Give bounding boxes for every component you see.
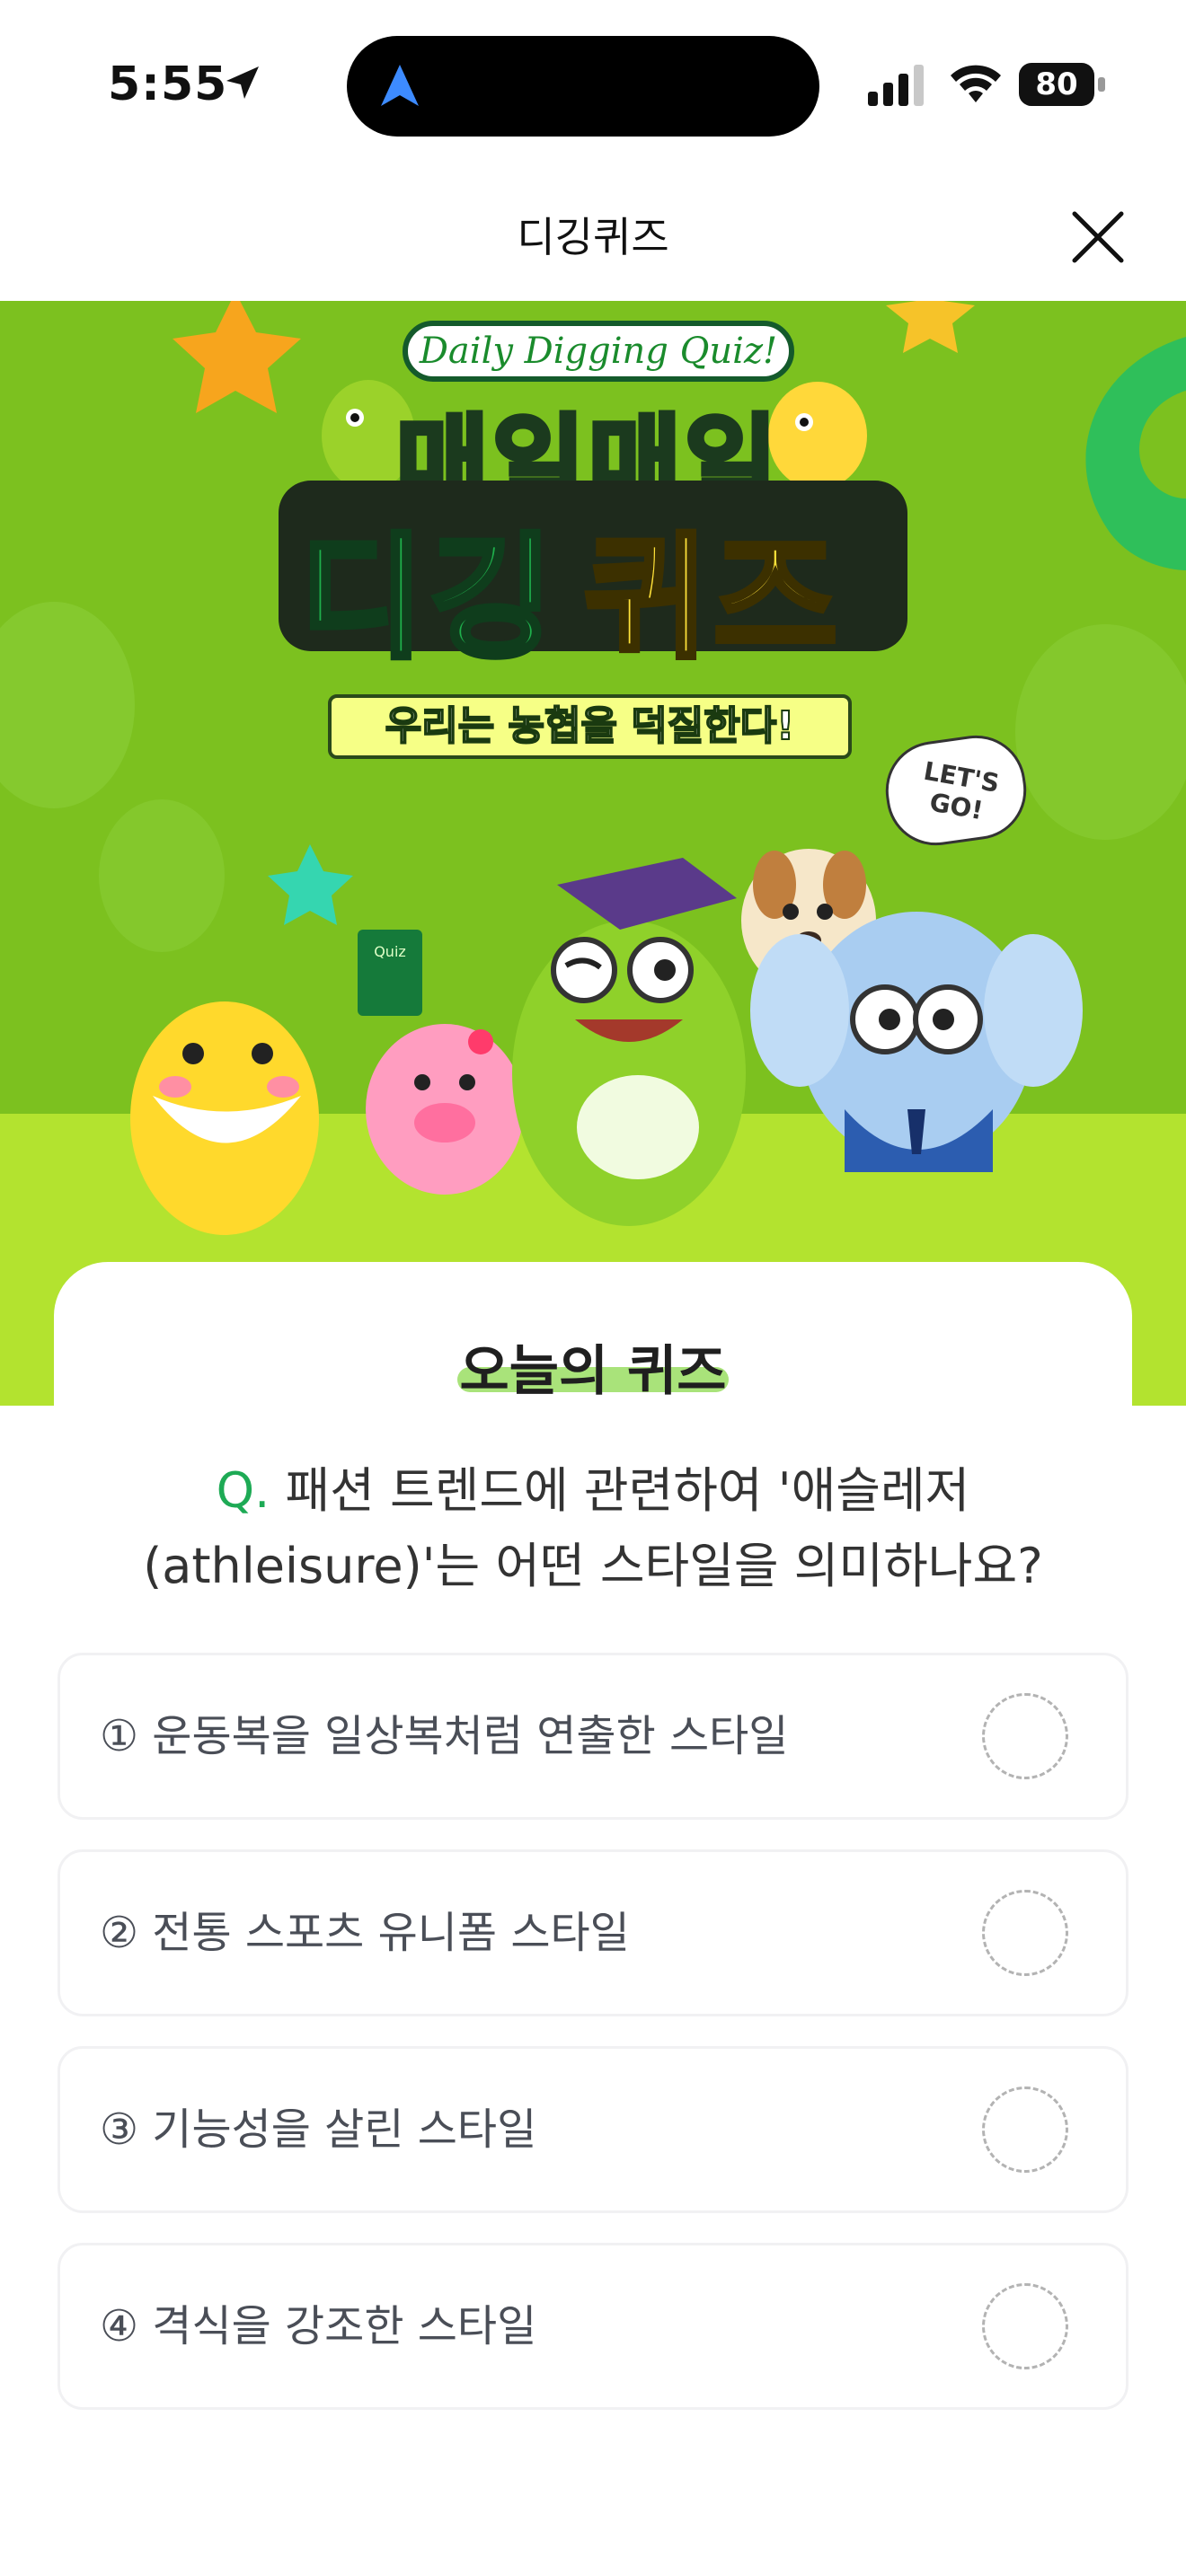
question-prefix: Q.: [216, 1462, 270, 1519]
star-teal: [268, 844, 353, 925]
balloon-decoration: [99, 799, 225, 952]
star-yellow: [886, 301, 975, 353]
navigation-icon: [381, 65, 419, 106]
page-title: 디깅퀴즈: [517, 213, 669, 261]
answer-option-label: ① 운동복을 일상복처럼 연출한 스타일: [100, 1711, 789, 1761]
radio-circle-icon[interactable]: [982, 2086, 1068, 2173]
section-title: 오늘의 퀴즈: [459, 1340, 727, 1403]
status-time: 5:55: [108, 57, 228, 111]
quiz-banner: Quiz Daily Digging Quiz! 매일매일 디깅 퀴즈 우리는 …: [0, 301, 1186, 1406]
radio-circle-icon[interactable]: [982, 1890, 1068, 1976]
answer-option-label: ③ 기능성을 살린 스타일: [100, 2104, 537, 2155]
radio-circle-icon[interactable]: [982, 1693, 1068, 1779]
graduation-cap: [557, 858, 737, 930]
answer-option-label: ② 전통 스포츠 유니폼 스타일: [100, 1908, 630, 1958]
battery-tip: [1098, 77, 1105, 92]
ribbon-decoration: [1085, 337, 1186, 570]
cellular-signal-icon: [868, 65, 924, 106]
question-text: Q. 패션 트렌드에 관련하여 '애슬레저 (athleisure)'는 어떤 …: [90, 1453, 1096, 1604]
battery-indicator: 80: [1019, 63, 1105, 108]
battery-level: 80: [1019, 63, 1094, 106]
speech-bubble-text: LET'S GO!: [921, 755, 1002, 826]
answer-option-4[interactable]: ④ 격식을 강조한 스타일: [58, 2243, 1128, 2410]
balloon-decoration: [1015, 624, 1186, 840]
answer-option-3[interactable]: ③ 기능성을 살린 스타일: [58, 2046, 1128, 2213]
answer-option-2[interactable]: ② 전통 스포츠 유니폼 스타일: [58, 1849, 1128, 2016]
banner-headline-green: 디깅: [297, 518, 560, 680]
radio-circle-icon[interactable]: [982, 2283, 1068, 2369]
wifi-icon: [951, 65, 1001, 102]
banner-headline-yellow: 퀴즈: [581, 518, 844, 680]
banner-subheadline: 우리는 농협을 덕질한다!: [328, 694, 852, 759]
balloon-decoration: [0, 602, 135, 808]
banner-tagline: Daily Digging Quiz!: [403, 321, 794, 382]
book-label: Quiz: [374, 943, 406, 960]
question-body: 패션 트렌드에 관련하여 '애슬레저 (athleisure)'는 어떤 스타일…: [143, 1462, 1043, 1594]
star-orange: [173, 301, 301, 413]
banner-headline-box: 디깅 퀴즈: [279, 481, 907, 680]
close-icon[interactable]: [1067, 207, 1128, 268]
answer-option-label: ④ 격식을 강조한 스타일: [100, 2301, 537, 2351]
dynamic-island: [347, 36, 819, 137]
location-arrow-icon: [226, 66, 259, 99]
answer-option-1[interactable]: ① 운동복을 일상복처럼 연출한 스타일: [58, 1653, 1128, 1820]
status-bar: 5:55 80: [0, 0, 1186, 171]
top-navigation-bar: 디깅퀴즈: [0, 171, 1186, 301]
